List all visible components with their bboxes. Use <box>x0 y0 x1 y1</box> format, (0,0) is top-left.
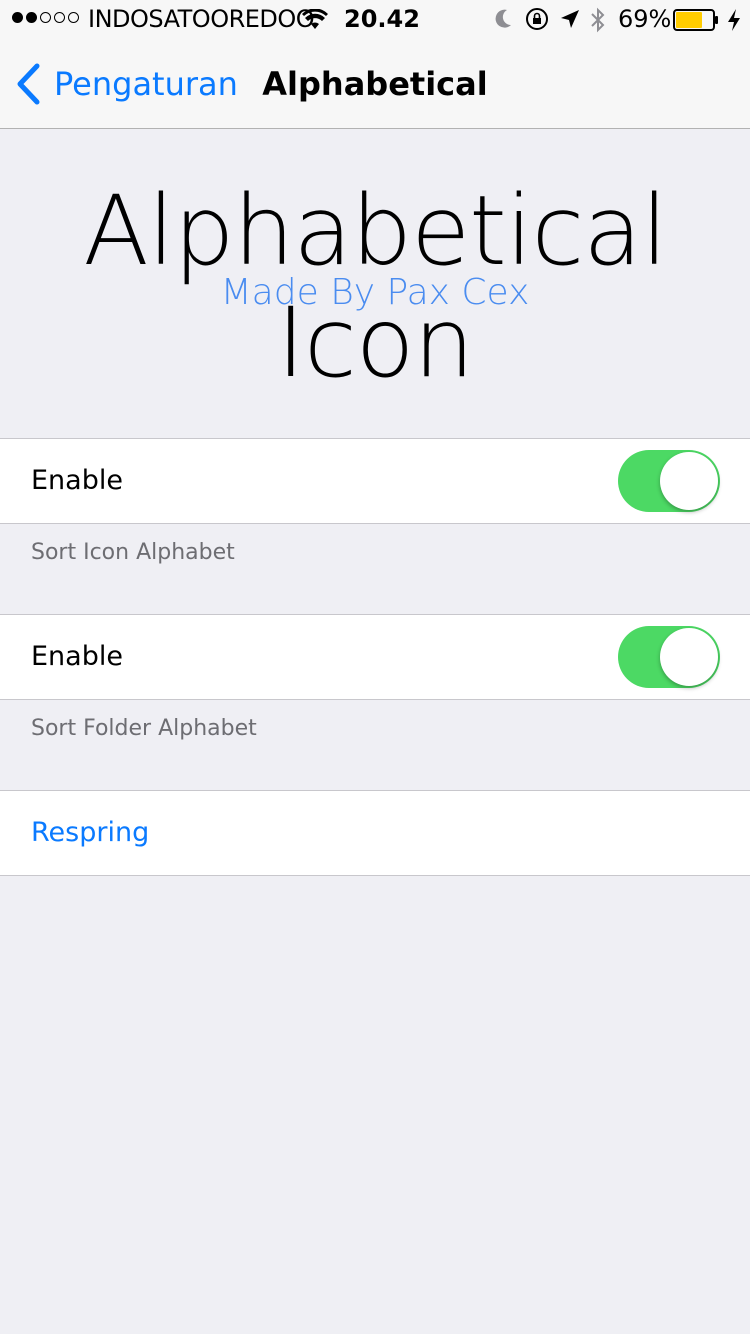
respring-label: Respring <box>31 817 150 848</box>
enable-icon-sort-toggle[interactable] <box>618 450 720 512</box>
carrier-name: INDOSATOOREDOO <box>88 5 315 33</box>
battery-icon <box>673 9 718 31</box>
enable-icon-sort-cell: Enable <box>0 438 750 524</box>
cell-label: Enable <box>31 465 123 496</box>
battery-percentage: 69% <box>618 5 672 33</box>
rotation-lock-icon <box>526 8 548 30</box>
toggle-knob <box>660 452 718 510</box>
moon-icon <box>495 9 511 28</box>
page-title: Alphabetical <box>262 65 488 103</box>
cell-label: Enable <box>31 641 123 672</box>
wifi-icon <box>302 9 328 29</box>
enable-folder-sort-toggle[interactable] <box>618 626 720 688</box>
section-footer: Sort Folder Alphabet <box>31 716 257 741</box>
banner-subtitle: Made By Pax Cex <box>220 272 530 313</box>
enable-folder-sort-cell: Enable <box>0 614 750 700</box>
signal-strength-icon <box>12 12 79 23</box>
toggle-knob <box>660 628 718 686</box>
charging-icon <box>728 9 740 31</box>
location-icon <box>561 10 579 28</box>
section-footer: Sort Icon Alphabet <box>31 540 235 565</box>
clock: 20.42 <box>344 5 420 33</box>
navigation-bar: Pengaturan Alphabetical <box>0 40 750 129</box>
status-bar: INDOSATOOREDOO 20.42 69% <box>0 0 750 40</box>
respring-button[interactable]: Respring <box>0 790 750 876</box>
bluetooth-icon <box>591 7 605 33</box>
